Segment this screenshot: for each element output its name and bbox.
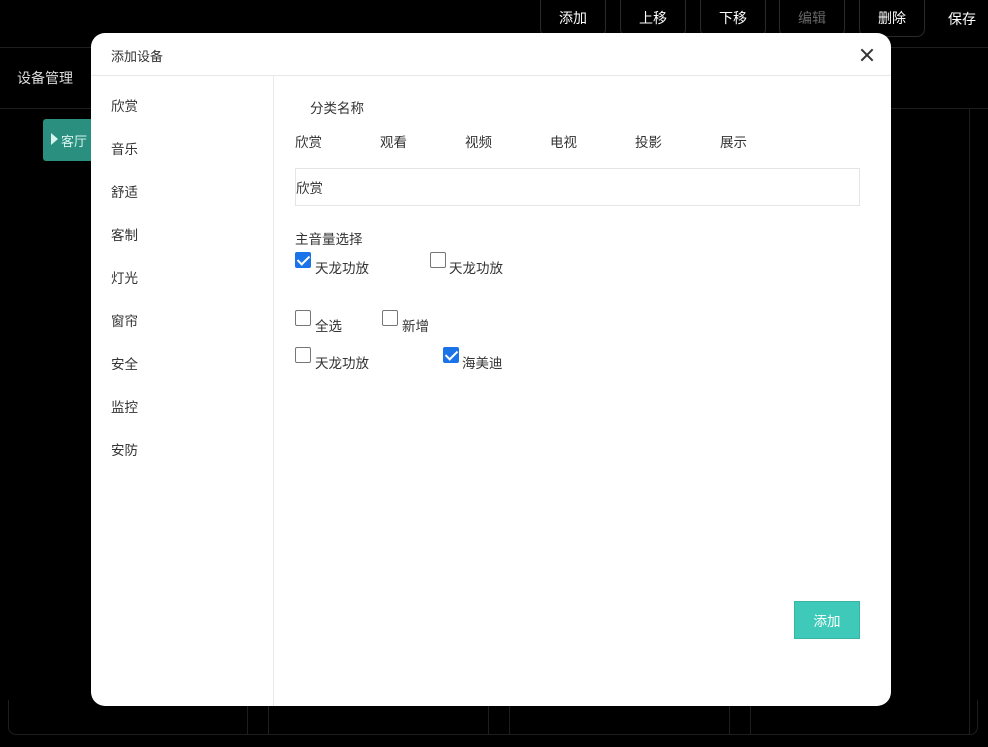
name-option[interactable]: 观看 bbox=[380, 131, 407, 151]
device-checkbox[interactable] bbox=[443, 347, 459, 363]
main-volume-option-label: 天龙功放 bbox=[315, 261, 369, 277]
column-divider bbox=[969, 108, 970, 734]
close-icon[interactable] bbox=[857, 45, 877, 65]
triangle-right-icon bbox=[51, 133, 58, 145]
category-name-input[interactable] bbox=[295, 168, 860, 206]
select-all-label: 全选 bbox=[315, 319, 342, 335]
name-option[interactable]: 展示 bbox=[720, 131, 747, 151]
category-item[interactable]: 安防 bbox=[111, 439, 138, 459]
category-list: 欣赏 音乐 舒适 客制 灯光 窗帘 安全 监控 安防 bbox=[91, 76, 274, 706]
select-all-checkbox[interactable] bbox=[295, 310, 311, 326]
main-volume-label: 主音量选择 bbox=[295, 232, 363, 248]
name-option[interactable]: 投影 bbox=[635, 131, 662, 151]
category-item[interactable]: 灯光 bbox=[111, 267, 138, 287]
device-option-label: 天龙功放 bbox=[315, 356, 369, 372]
name-option[interactable]: 电视 bbox=[550, 131, 577, 151]
category-item[interactable]: 窗帘 bbox=[111, 310, 138, 330]
category-item[interactable]: 监控 bbox=[111, 396, 138, 416]
device-option-label: 海美迪 bbox=[462, 356, 503, 372]
name-option[interactable]: 视频 bbox=[465, 131, 492, 151]
new-checkbox[interactable] bbox=[382, 310, 398, 326]
modal-add-button[interactable]: 添加 bbox=[794, 601, 860, 639]
add-button[interactable]: 添加 bbox=[540, 0, 606, 37]
category-item[interactable]: 欣赏 bbox=[111, 95, 138, 115]
main-volume-option-label: 天龙功放 bbox=[449, 261, 503, 277]
name-option[interactable]: 欣赏 bbox=[295, 131, 322, 151]
edit-button[interactable]: 编辑 bbox=[779, 0, 845, 37]
main-volume-checkbox[interactable] bbox=[430, 252, 446, 268]
new-label: 新增 bbox=[402, 319, 429, 335]
app-root: 添加 上移 下移 编辑 删除 保存 设备管理 客厅 添加设备 欣赏 音乐 舒适 … bbox=[0, 0, 988, 747]
device-checkbox[interactable] bbox=[295, 347, 311, 363]
move-down-button[interactable]: 下移 bbox=[700, 0, 766, 37]
category-item[interactable]: 舒适 bbox=[111, 181, 138, 201]
modal-title: 添加设备 bbox=[111, 50, 164, 65]
category-item[interactable]: 安全 bbox=[111, 353, 138, 373]
modal-header: 添加设备 bbox=[91, 33, 891, 76]
move-up-button[interactable]: 上移 bbox=[620, 0, 686, 37]
sidebar-title: 设备管理 bbox=[17, 71, 73, 87]
save-button[interactable]: 保存 bbox=[938, 0, 986, 37]
delete-button[interactable]: 删除 bbox=[859, 0, 925, 37]
add-device-modal: 添加设备 欣赏 音乐 舒适 客制 灯光 窗帘 安全 监控 安防 分类名称 欣赏 … bbox=[91, 33, 891, 706]
category-name-label: 分类名称 bbox=[310, 101, 364, 117]
room-tab-label: 客厅 bbox=[61, 134, 88, 150]
category-item[interactable]: 音乐 bbox=[111, 138, 138, 158]
category-item[interactable]: 客制 bbox=[111, 224, 138, 244]
main-volume-checkbox[interactable] bbox=[295, 252, 311, 268]
